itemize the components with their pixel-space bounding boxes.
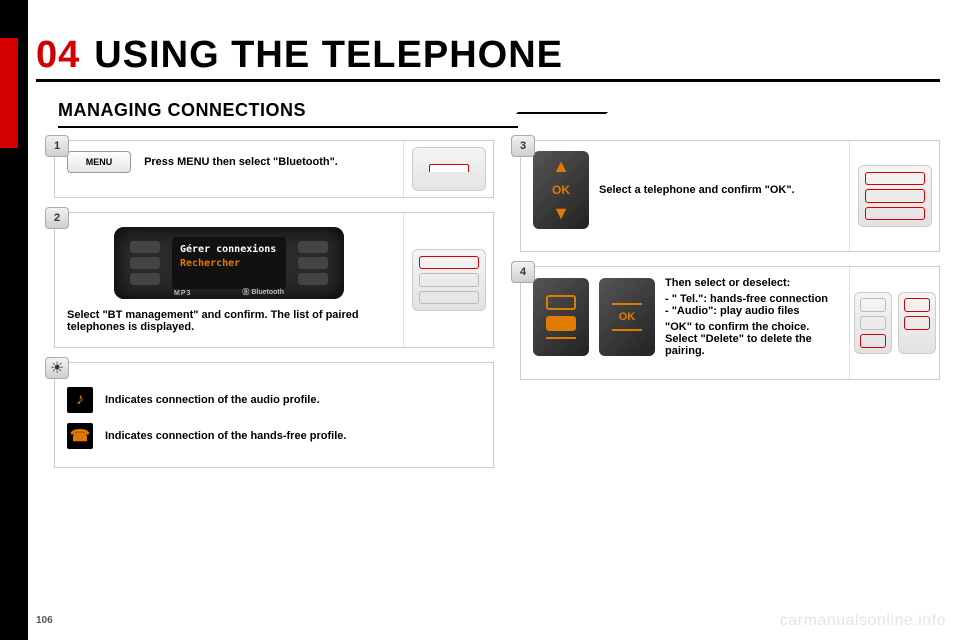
left-column: 1 MENU Press MENU then select "Bluetooth…	[54, 140, 494, 598]
step-4-bullets: - " Tel.": hands-free connection - "Audi…	[665, 293, 837, 317]
step-3-graphic-row: ▲ OK ▼ Select a telephone and confirm "O…	[533, 151, 837, 229]
pad-btn	[860, 316, 886, 330]
dashboard-graphic	[412, 147, 486, 191]
step-badge-1: 1	[45, 135, 69, 157]
radio-bt-label: Ⓑ Bluetooth	[242, 287, 284, 297]
toggle-line	[546, 337, 576, 339]
toggle-line	[612, 329, 642, 331]
subtitle-divider	[58, 126, 518, 128]
radio-screen-line2: Rechercher	[180, 257, 278, 271]
note-handsfree-text: Indicates connection of the hands-free p…	[105, 430, 346, 442]
step-2-aside	[403, 213, 493, 347]
arrow-ok-pad: ▲ OK ▼	[533, 151, 589, 229]
subtitle-wrap: MANAGING CONNECTIONS	[58, 96, 306, 124]
manual-page: 04 USING THE TELEPHONE MANAGING CONNECTI…	[0, 0, 960, 640]
pad-btn	[860, 298, 886, 312]
pad-btn-highlight	[904, 316, 930, 330]
radio-screen: Gérer connexions Rechercher	[172, 237, 286, 289]
chevron-down-icon: ▼	[552, 203, 570, 224]
column-spacer	[520, 394, 940, 598]
step-4-ok-line: "OK" to confirm the choice.	[665, 321, 837, 333]
toggle-pad-ok-graphic: OK	[599, 278, 655, 356]
radio-left-btn	[130, 241, 160, 253]
step-2-content: Gérer connexions Rechercher MP3 Ⓑ Blueto…	[55, 213, 403, 347]
pad-btn-highlight	[865, 189, 925, 202]
pad-btn	[419, 291, 479, 304]
spine-accent	[0, 38, 18, 148]
radio-right-btn	[298, 241, 328, 253]
notes-content: ♪ Indicates connection of the audio prof…	[55, 363, 493, 467]
notes-panel: ☀ ♪ Indicates connection of the audio pr…	[54, 362, 494, 468]
sun-icon: ☀	[50, 358, 64, 378]
step-4-panel: 4 OK Then se	[520, 266, 940, 380]
pad-btn-highlight	[860, 334, 886, 348]
pad-btn-highlight	[865, 207, 925, 220]
pad-btn-highlight	[904, 298, 930, 312]
phone-glyph: ☎	[70, 426, 90, 446]
step-2-text: Select "BT management" and confirm. The …	[67, 309, 391, 333]
step-1-panel: 1 MENU Press MENU then select "Bluetooth…	[54, 140, 494, 198]
title-bar: 04 USING THE TELEPHONE	[36, 36, 940, 82]
pad-btn-highlight	[419, 256, 479, 269]
step-4-delete-line: Select "Delete" to delete the pairing.	[665, 333, 837, 357]
toggle-row-off	[546, 295, 576, 310]
phone-icon: ☎	[67, 423, 93, 449]
step-3-text: Select a telephone and confirm "OK".	[599, 184, 795, 196]
step-1-text: Press MENU then select "Bluetooth".	[144, 156, 338, 168]
step-3-content: ▲ OK ▼ Select a telephone and confirm "O…	[521, 141, 849, 251]
music-note-icon: ♪	[67, 387, 93, 413]
content-columns: 1 MENU Press MENU then select "Bluetooth…	[54, 140, 924, 598]
left-spine	[0, 0, 28, 640]
step-4-aside	[849, 267, 939, 379]
twin-button-pads	[854, 292, 936, 354]
step-4-text-block: Then select or deselect: - " Tel.": hand…	[665, 277, 837, 357]
ok-glyph: OK	[619, 311, 636, 323]
step-2-panel: 2 Gérer connexions Rechercher MP3	[54, 212, 494, 348]
step-4-intro: Then select or deselect:	[665, 277, 837, 289]
page-number: 106	[36, 615, 53, 626]
step-4-content: OK Then select or deselect: - " Tel.": h…	[521, 267, 849, 379]
button-pad-graphic	[854, 292, 892, 354]
step-4-graphic-row: OK Then select or deselect: - " Tel.": h…	[533, 277, 837, 357]
button-pad-graphic	[898, 292, 936, 354]
step-1-content: MENU Press MENU then select "Bluetooth".	[55, 141, 403, 197]
pad-btn-highlight	[865, 172, 925, 185]
ok-glyph: OK	[552, 183, 570, 197]
page-title: USING THE TELEPHONE	[94, 34, 563, 77]
pad-btn	[419, 273, 479, 286]
watermark: carmanualsonline.info	[780, 612, 946, 630]
step-badge-3: 3	[511, 135, 535, 157]
step-1-aside	[403, 141, 493, 197]
step-4-bullet-audio: - "Audio": play audio files	[665, 305, 837, 317]
section-subtitle: MANAGING CONNECTIONS	[58, 100, 306, 121]
toggle-pad-graphic	[533, 278, 589, 356]
radio-left-btn	[130, 257, 160, 269]
step-3-panel: 3 ▲ OK ▼ Select a telephone and confirm …	[520, 140, 940, 252]
radio-screen-line1: Gérer connexions	[180, 243, 278, 257]
music-glyph: ♪	[76, 391, 84, 409]
right-column: 3 ▲ OK ▼ Select a telephone and confirm …	[520, 140, 940, 598]
note-audio-text: Indicates connection of the audio profil…	[105, 394, 320, 406]
toggle-line	[612, 303, 642, 305]
note-handsfree: ☎ Indicates connection of the hands-free…	[67, 423, 481, 449]
step-3-aside	[849, 141, 939, 251]
step-4-bullet-tel: - " Tel.": hands-free connection	[665, 293, 837, 305]
chapter-number: 04	[36, 34, 80, 77]
radio-right-btn	[298, 257, 328, 269]
button-pad-graphic	[858, 165, 932, 227]
radio-mp3-label: MP3	[174, 290, 191, 297]
note-audio: ♪ Indicates connection of the audio prof…	[67, 387, 481, 413]
tip-badge: ☀	[45, 357, 69, 379]
toggle-row-on	[546, 316, 576, 331]
chevron-up-icon: ▲	[552, 156, 570, 177]
button-pad-graphic	[412, 249, 486, 311]
step-badge-4: 4	[511, 261, 535, 283]
dashboard-body	[419, 172, 479, 186]
radio-right-btn	[298, 273, 328, 285]
menu-button-graphic: MENU	[67, 151, 131, 173]
step-badge-2: 2	[45, 207, 69, 229]
radio-left-btn	[130, 273, 160, 285]
radio-display-graphic: Gérer connexions Rechercher MP3 Ⓑ Blueto…	[114, 227, 344, 299]
